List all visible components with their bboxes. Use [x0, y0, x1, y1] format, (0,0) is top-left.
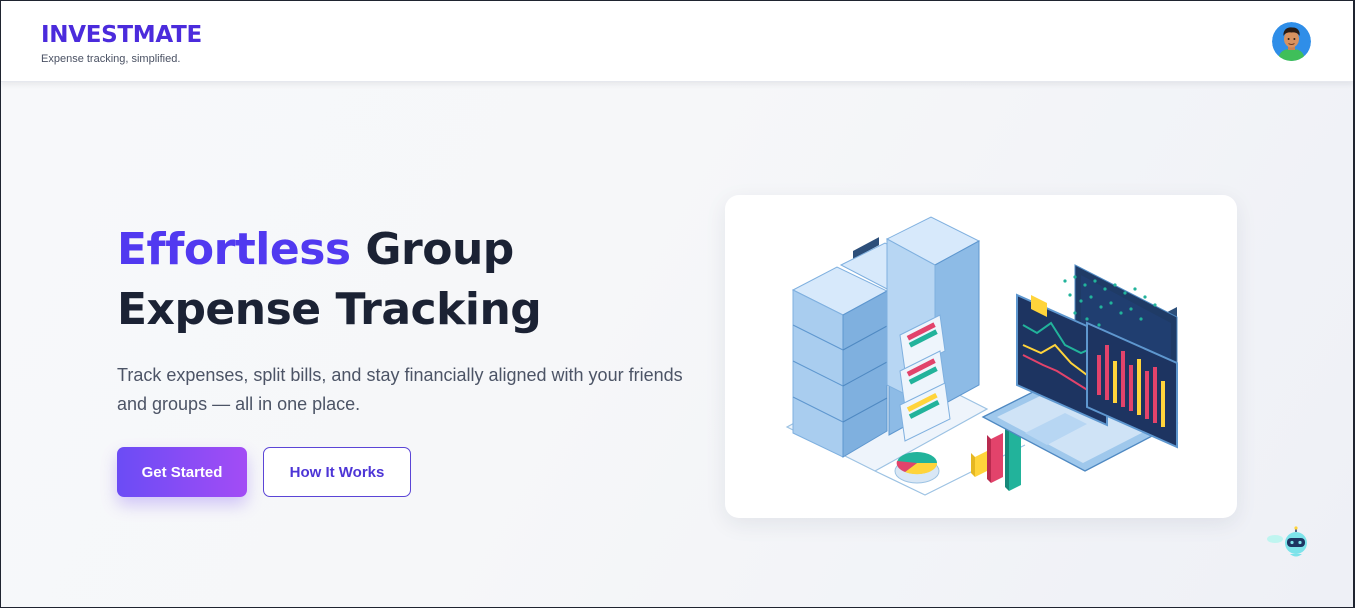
brand-tagline: Expense tracking, simplified.	[41, 53, 181, 65]
hero-illustration-card	[725, 195, 1237, 518]
top-navbar: INVESTMATE Expense tracking, simplified.	[1, 1, 1354, 82]
brand-name: INVESTMATE	[41, 22, 202, 48]
hero-heading-accent: Effortless	[117, 224, 351, 275]
hero-illustration	[785, 216, 1179, 496]
hero-heading: Effortless Group Expense Tracking	[117, 220, 542, 340]
pie-chart-icon	[894, 452, 940, 484]
robot-icon	[1267, 526, 1307, 557]
how-it-works-button[interactable]: How It Works	[263, 447, 411, 497]
scrollbar[interactable]	[1353, 1, 1354, 607]
hero-heading-line2: Expense Tracking	[117, 284, 542, 335]
brand-logo[interactable]: INVESTMATE Expense tracking, simplified.	[41, 23, 202, 65]
user-avatar[interactable]	[1272, 22, 1311, 61]
get-started-button[interactable]: Get Started	[117, 447, 247, 497]
avatar-icon	[1272, 22, 1311, 61]
hero-heading-line1: Group	[350, 224, 514, 275]
bar-chart-icon	[971, 425, 1021, 491]
chatbot-launcher[interactable]	[1265, 525, 1313, 565]
hero-subtitle: Track expenses, split bills, and stay fi…	[117, 365, 683, 414]
page: INVESTMATE Expense tracking, simplified.…	[0, 0, 1355, 608]
